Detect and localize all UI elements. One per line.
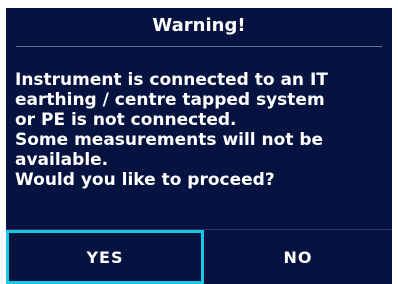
message-line: or PE is not connected. <box>15 110 237 130</box>
message-line: available. <box>15 150 109 170</box>
yes-button-label: YES <box>86 247 124 267</box>
message-line: Would you like to proceed? <box>15 170 275 190</box>
yes-button[interactable]: YES <box>6 230 204 284</box>
screen: Warning! Instrument is connected to an I… <box>0 0 398 284</box>
message-line: Instrument is connected to an IT <box>15 70 328 90</box>
message-line: earthing / centre tapped system <box>15 90 325 110</box>
message-line: Some measurements will not be <box>15 130 324 150</box>
title-divider <box>16 46 382 47</box>
dialog-message: Instrument is connected to an IT earthin… <box>15 70 387 190</box>
no-button-label: NO <box>283 247 313 267</box>
no-button[interactable]: NO <box>204 230 392 284</box>
dialog-title: Warning! <box>152 15 246 36</box>
warning-dialog: Warning! Instrument is connected to an I… <box>6 8 392 284</box>
